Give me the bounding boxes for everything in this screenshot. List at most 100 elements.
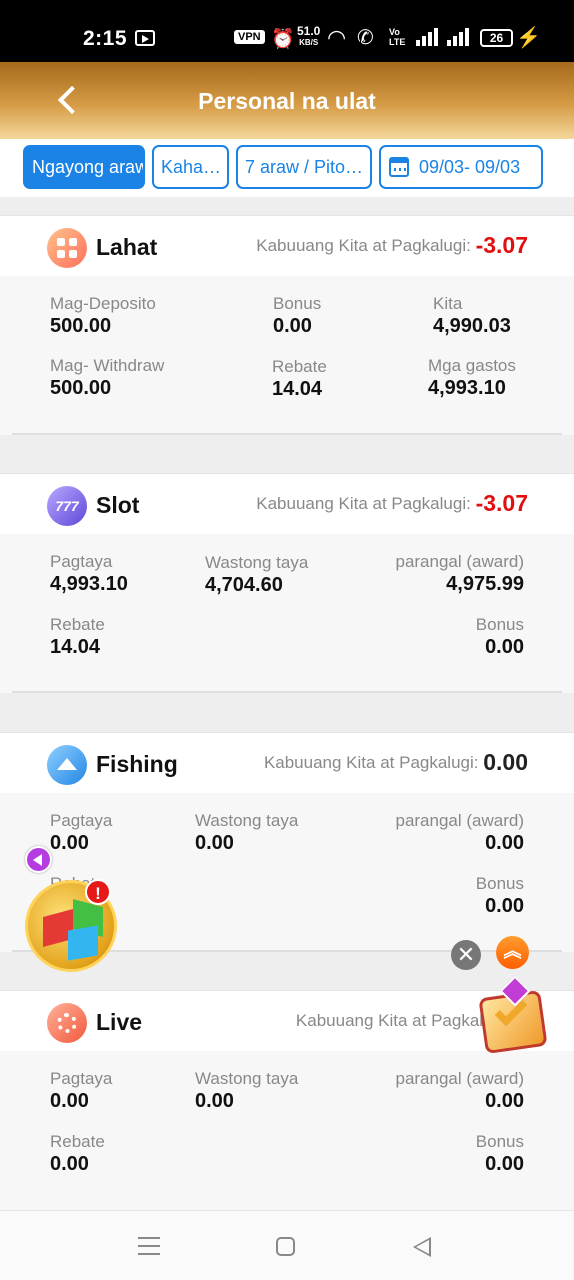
cube-face-blue: [68, 925, 98, 961]
shark-fin-icon: [47, 745, 87, 785]
summary-label: Kabuuang Kita at Pagkalugi:: [256, 494, 471, 513]
calendar-icon: [389, 157, 409, 177]
home-icon[interactable]: [276, 1237, 295, 1256]
bonus-field: Bonus 0.00: [476, 873, 524, 918]
volte-bottom: LTE: [389, 37, 406, 47]
valid-bet-field: Wastong taya 0.00: [195, 1068, 298, 1113]
volte-indicator: Vo LTE: [389, 27, 405, 47]
alarm-icon: ⏰: [271, 29, 295, 50]
valid-bet-label: Wastong taya: [205, 553, 309, 572]
bet-value: 0.00: [50, 832, 89, 854]
clock: 2:15: [83, 27, 128, 50]
vpn-badge: VPN: [234, 30, 265, 44]
valid-bet-value: 0.00: [195, 1090, 234, 1112]
summary-label: Kabuuang Kita at Pagkalugi:: [256, 236, 471, 255]
total-profit-loss: Kabuuang Kita at Pagkalugi: 0.00: [264, 749, 528, 776]
card-title: Slot: [96, 492, 140, 518]
tab-today[interactable]: Ngayong araw: [23, 145, 145, 189]
volte-top: Vo: [389, 27, 400, 37]
casino-chip-icon: [47, 1003, 87, 1043]
card-title: Lahat: [96, 234, 158, 260]
slot-777-icon: 777: [47, 486, 87, 526]
rebate-field: Rebate 14.04: [50, 614, 105, 659]
rebate-label: Rebate: [50, 1132, 105, 1151]
net-speed-unit: KB/S: [299, 38, 319, 47]
rebate-value: 14.04: [50, 636, 101, 658]
card-slot: 777 Slot Kabuuang Kita at Pagkalugi: -3.…: [0, 473, 574, 693]
award-value: 0.00: [485, 832, 524, 854]
divider: [12, 691, 562, 693]
card-header: Lahat Kabuuang Kita at Pagkalugi: -3.07: [0, 216, 574, 276]
card-header: Fishing Kabuuang Kita at Pagkalugi: 0.00: [0, 733, 574, 793]
alert-badge: !: [85, 879, 111, 905]
deposit-value: 500.00: [50, 315, 112, 337]
rebate-field: Rebate 14.04: [272, 356, 327, 401]
award-label: parangal (award): [395, 1069, 524, 1088]
check-in-gift-widget[interactable]: [476, 975, 556, 1056]
app-header: Personal na ulat: [0, 62, 574, 139]
bonus-value: 0.00: [485, 636, 524, 658]
grid-icon: [47, 228, 87, 268]
total-profit-loss: Kabuuang Kita at Pagkalugi: -3.07: [256, 490, 528, 517]
date-range-label: 09/03- 09/03: [419, 157, 521, 177]
bet-label: Pagtaya: [50, 552, 113, 571]
collapse-widget-arrow-icon[interactable]: [25, 846, 52, 873]
income-field: Kita 4,990.03: [433, 293, 511, 338]
income-value: 4,990.03: [433, 315, 511, 337]
page-title: Personal na ulat: [198, 88, 376, 114]
expense-label: Mga gastos: [428, 356, 516, 375]
bonus-label: Bonus: [475, 874, 524, 893]
total-value: 0.00: [483, 749, 528, 775]
recent-apps-icon[interactable]: [138, 1237, 160, 1255]
wifi-call-icon: ✆: [357, 27, 374, 49]
scroll-to-top-button[interactable]: ︽: [496, 936, 529, 969]
rebate-label: Rebate: [50, 615, 105, 634]
status-bar: 2:15 VPN ⏰ 51.0 KB/S ◠ ✆ Vo LTE 26 ⚡: [0, 0, 574, 62]
valid-bet-label: Wastong taya: [195, 811, 299, 830]
media-notification-icon: [135, 30, 155, 46]
deposit-field: Mag-Deposito 500.00: [50, 293, 156, 338]
deposit-label: Mag-Deposito: [50, 294, 156, 313]
signal-icon-2: [447, 28, 471, 46]
card-title: Fishing: [96, 751, 178, 777]
bonus-label: Bonus: [273, 294, 322, 313]
total-value: -3.07: [475, 232, 528, 258]
back-icon[interactable]: [413, 1237, 431, 1257]
charging-icon: ⚡: [516, 27, 541, 49]
rebate-value: 14.04: [272, 378, 323, 400]
net-speed: 51.0 KB/S: [297, 24, 321, 48]
tab-yesterday[interactable]: Kaha…: [152, 145, 229, 189]
total-value: -3.07: [475, 490, 528, 516]
valid-bet-value: 0.00: [195, 832, 234, 854]
bet-label: Pagtaya: [50, 811, 113, 830]
bet-field: Pagtaya 4,993.10: [50, 551, 128, 596]
card-lahat: Lahat Kabuuang Kita at Pagkalugi: -3.07 …: [0, 215, 574, 435]
bonus-value: 0.00: [485, 895, 524, 917]
bonus-value: 0.00: [273, 315, 312, 337]
award-value: 0.00: [485, 1090, 524, 1112]
valid-bet-field: Wastong taya 0.00: [195, 810, 298, 855]
tab-date-range[interactable]: 09/03- 09/03: [379, 145, 543, 189]
system-nav-bar: [0, 1210, 574, 1280]
expense-value: 4,993.10: [428, 377, 506, 399]
net-speed-value: 51.0: [297, 24, 321, 38]
award-field: parangal (award) 4,975.99: [395, 551, 524, 596]
award-field: parangal (award) 0.00: [395, 1068, 524, 1113]
withdraw-field: Mag- Withdraw 500.00: [50, 355, 164, 400]
expense-field: Mga gastos 4,993.10: [428, 355, 516, 400]
valid-bet-field: Wastong taya 4,704.60: [205, 552, 308, 597]
close-widget-button[interactable]: ✕: [451, 940, 481, 970]
bet-value: 0.00: [50, 1090, 89, 1112]
award-value: 4,975.99: [446, 573, 524, 595]
card-title: Live: [96, 1009, 143, 1035]
bonus-field: Bonus 0.00: [476, 614, 524, 659]
award-field: parangal (award) 0.00: [395, 810, 524, 855]
rebate-field: Rebate 0.00: [50, 1131, 105, 1176]
battery-icon: 26: [480, 29, 513, 47]
tab-7-days[interactable]: 7 araw / Pito…: [236, 145, 372, 189]
bet-field: Pagtaya 0.00: [50, 1068, 112, 1113]
bet-value: 4,993.10: [50, 573, 128, 595]
valid-bet-label: Wastong taya: [195, 1069, 299, 1088]
withdraw-label: Mag- Withdraw: [50, 356, 165, 375]
valid-bet-value: 4,704.60: [205, 574, 283, 596]
